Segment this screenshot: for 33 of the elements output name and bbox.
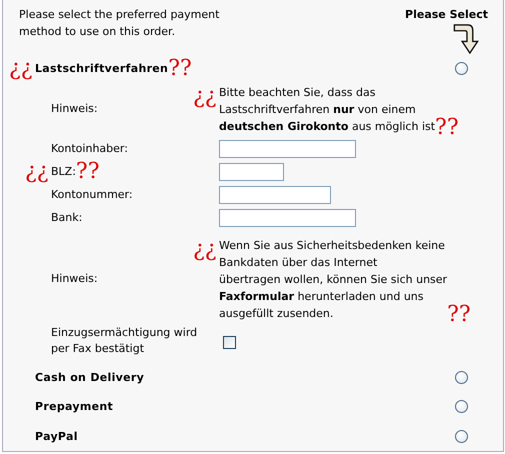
translation-mark: ?? <box>76 160 100 182</box>
translation-mark: ¿¿ <box>25 160 50 182</box>
field-label: Hinweis: <box>51 271 98 287</box>
input-field[interactable] <box>219 186 331 204</box>
checkbox-label: Einzugsermächtigung wird per Fax bestätigt <box>51 324 198 356</box>
field-label: BLZ: <box>51 164 76 180</box>
field-label: Hinweis: <box>51 101 98 117</box>
translation-mark: ?? <box>435 116 459 138</box>
method-title: Lastschriftverfahren <box>35 62 168 76</box>
select-hint: Please Select <box>405 7 488 23</box>
method-title: PayPal <box>35 430 78 443</box>
curved-arrow-icon <box>453 23 479 54</box>
field-label: Kontoinhaber: <box>51 140 128 156</box>
input-field[interactable] <box>219 208 356 226</box>
input-field[interactable] <box>219 162 284 180</box>
method-title: Cash on Delivery <box>35 370 144 384</box>
field-label: Bank: <box>51 210 82 226</box>
translation-mark: ¿¿ <box>193 238 218 260</box>
radio-button[interactable] <box>455 370 468 384</box>
method-title: Prepayment <box>35 400 114 414</box>
field-label: Kontonummer: <box>51 186 133 202</box>
translation-mark: ?? <box>447 304 471 326</box>
input-field[interactable] <box>219 140 356 158</box>
checkbox[interactable] <box>223 336 236 348</box>
translation-mark: ¿¿ <box>193 86 218 108</box>
translation-mark: ¿¿ <box>9 58 34 80</box>
radio-button[interactable] <box>455 400 468 414</box>
note-text: Bitte beachten Sie, dass das Lastschriftverfahren nur von einem deutschen Girokonto aus möglich ist <box>219 84 436 134</box>
translation-mark: ?? <box>168 58 192 80</box>
note-text: Wenn Sie aus Sicherheitsbedenken keine Bankdaten über das Internet übertragen wollen, können Sie sich unser Faxformular herunterladen und uns ausgefüllt zusenden. <box>219 238 448 322</box>
intro-text: Please select the preferred payment method to use on this order. <box>19 7 220 40</box>
radio-button[interactable] <box>455 62 468 76</box>
radio-button[interactable] <box>455 430 468 443</box>
